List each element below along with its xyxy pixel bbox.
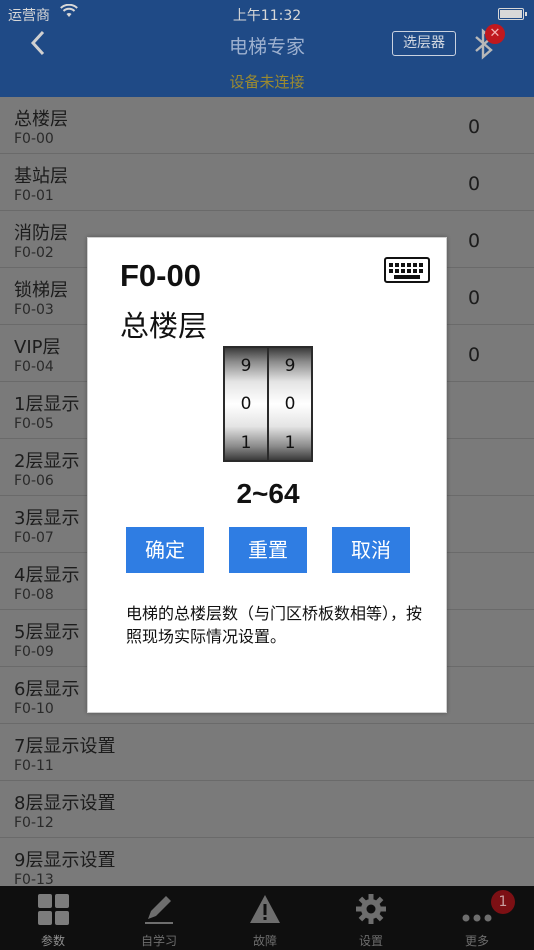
battery-icon xyxy=(498,8,527,20)
gear-icon xyxy=(356,894,386,924)
more-icon xyxy=(462,914,492,922)
param-name: 9层显示设置 xyxy=(14,850,116,871)
param-code: F0-04 xyxy=(14,359,54,375)
tab-label: 故障 xyxy=(252,934,277,948)
param-value: 0 xyxy=(468,344,481,366)
dialog-param-code: F0-00 xyxy=(120,258,201,293)
number-roller[interactable]: 9 0 1 9 0 1 xyxy=(223,346,313,462)
status-time: 上午11:32 xyxy=(232,8,302,24)
param-value: 0 xyxy=(468,287,481,309)
confirm-button[interactable]: 确定 xyxy=(126,527,204,573)
param-code: F0-12 xyxy=(14,815,54,831)
pencil-icon xyxy=(145,896,173,924)
wheel-digit-current: 0 xyxy=(284,394,296,414)
close-icon: ✕ xyxy=(485,24,505,44)
tab-more[interactable]: 更多 xyxy=(424,886,530,950)
dialog-param-name: 总楼层 xyxy=(120,309,208,343)
tab-label: 更多 xyxy=(464,934,489,948)
param-code: F0-00 xyxy=(14,131,54,147)
param-value: 0 xyxy=(468,230,481,252)
wheel-digit-above: 9 xyxy=(284,356,296,376)
param-name: 2层显示 xyxy=(14,451,80,472)
list-item[interactable]: 基站层 F0-01 0 xyxy=(0,154,534,211)
param-code: F0-02 xyxy=(14,245,54,261)
tab-label: 自学习 xyxy=(140,934,177,948)
param-code: F0-01 xyxy=(14,188,54,204)
parameter-description: 电梯的总楼层数（与门区桥板数相等），按照现场实际情况设置。 xyxy=(126,604,423,646)
param-name: 8层显示设置 xyxy=(14,793,116,814)
tab-params[interactable]: 参数 xyxy=(0,886,106,950)
digit-wheel-tens[interactable]: 9 0 1 xyxy=(225,348,267,460)
parameter-dialog: F0-00 总楼层 9 0 1 9 0 1 2~64 确定 重置 取消 电梯的总… xyxy=(87,237,447,713)
grid-icon xyxy=(37,892,69,926)
param-code: F0-06 xyxy=(14,473,54,489)
param-code: F0-03 xyxy=(14,302,54,318)
param-name: 基站层 xyxy=(14,166,68,187)
reset-button[interactable]: 重置 xyxy=(229,527,307,573)
param-name: 总楼层 xyxy=(14,109,68,130)
cancel-button[interactable]: 取消 xyxy=(332,527,410,573)
floor-selector-button[interactable]: 选层器 xyxy=(392,31,456,56)
param-name: VIP层 xyxy=(14,337,61,358)
status-bar: 运营商 上午11:32 xyxy=(0,0,534,28)
list-item[interactable]: 7层显示设置 F0-11 xyxy=(0,724,534,781)
param-code: F0-08 xyxy=(14,587,54,603)
bluetooth-button[interactable]: ✕ xyxy=(470,24,508,64)
param-name: 6层显示 xyxy=(14,679,80,700)
notification-badge: 1 xyxy=(491,890,515,914)
warning-icon xyxy=(250,895,280,923)
tab-label: 设置 xyxy=(358,934,383,948)
tab-bar: 参数 自学习 故障 设置 更多 xyxy=(0,886,534,950)
wheel-digit-current: 0 xyxy=(240,394,252,414)
tab-label: 参数 xyxy=(40,934,65,948)
param-code: F0-11 xyxy=(14,758,54,774)
wheel-digit-above: 9 xyxy=(240,356,252,376)
tab-fault[interactable]: 故障 xyxy=(212,886,318,950)
value-range: 2~64 xyxy=(236,478,300,509)
param-value: 0 xyxy=(468,173,481,195)
digit-wheel-ones[interactable]: 9 0 1 xyxy=(269,348,311,460)
param-code: F0-05 xyxy=(14,416,54,432)
param-code: F0-07 xyxy=(14,530,54,546)
connection-status: 设备未连接 xyxy=(229,73,305,91)
wheel-digit-below: 1 xyxy=(284,433,296,453)
param-name: 消防层 xyxy=(14,223,68,244)
param-name: 1层显示 xyxy=(14,394,80,415)
keyboard-icon[interactable] xyxy=(384,257,430,283)
param-name: 3层显示 xyxy=(14,508,80,529)
list-item[interactable]: 8层显示设置 F0-12 xyxy=(0,781,534,838)
tab-self-learn[interactable]: 自学习 xyxy=(106,886,212,950)
wheel-digit-below: 1 xyxy=(240,433,252,453)
param-value: 0 xyxy=(468,116,481,138)
list-item[interactable]: 总楼层 F0-00 0 xyxy=(0,97,534,154)
param-code: F0-10 xyxy=(14,701,54,717)
param-name: 4层显示 xyxy=(14,565,80,586)
header: 运营商 上午11:32 电梯专家 选层器 ✕ 设备未连接 xyxy=(0,0,534,97)
param-code: F0-09 xyxy=(14,644,54,660)
tab-settings[interactable]: 设置 xyxy=(318,886,424,950)
param-name: 锁梯层 xyxy=(14,280,68,301)
param-name: 7层显示设置 xyxy=(14,736,116,757)
param-name: 5层显示 xyxy=(14,622,80,643)
